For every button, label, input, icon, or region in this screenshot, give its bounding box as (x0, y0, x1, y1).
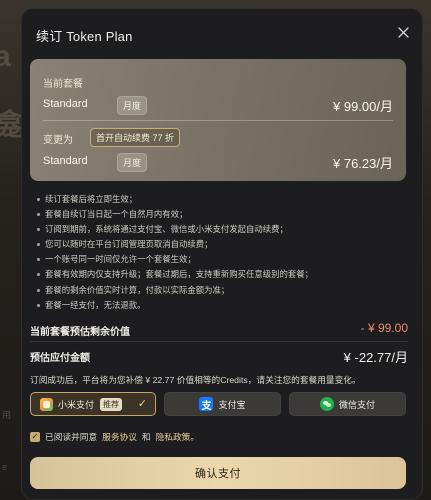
current-cycle-badge: 月度 (117, 96, 148, 115)
rule-item: 您可以随时在平台订阅管理页取消自动续费； (36, 237, 414, 252)
alipay-option[interactable]: 支 支付宝 (164, 392, 281, 416)
rule-item: 一个账号同一时间仅允许一个套餐生效； (36, 252, 414, 267)
agreement-text: 。 (190, 432, 199, 442)
check-icon: ✓ (137, 398, 147, 410)
plan-card: 当前套餐 Standard 月度 ¥ 99.00/月 变更为 首开自动续费 77… (30, 59, 406, 181)
xiaomi-pay-icon (40, 397, 53, 411)
new-plan-name: Standard (43, 155, 88, 167)
payment-method-group: 小米支付 推荐 ✓ 支 支付宝 微信支付 (30, 392, 406, 416)
remaining-value-label: 当前套餐预估剩余价值 (30, 327, 130, 338)
change-to-label: 变更为 (43, 135, 73, 146)
agreement-row: ✓ 已阅读并同意 服务协议 和 隐私政策。 (30, 430, 199, 443)
service-agreement-link[interactable]: 服务协议 (102, 430, 137, 443)
dialog-header: 续订 Token Plan (22, 9, 422, 57)
remaining-value-amount: - ¥ 99.00 (360, 321, 408, 335)
remaining-value-row: 当前套餐预估剩余价值 - ¥ 99.00 (30, 321, 408, 340)
rule-item: 订阅到期前，系统将通过支付宝、微信或小米支付发起自动续费； (36, 222, 414, 237)
rules-list: 续订套餐后将立即生效； 套餐自续订当日起一个自然月内有效； 订阅到期前，系统将通… (36, 192, 414, 313)
new-cycle-badge: 月度 (117, 153, 148, 172)
payment-label: 支付宝 (218, 399, 246, 410)
agreement-checkbox[interactable]: ✓ (30, 431, 40, 442)
privacy-policy-link[interactable]: 隐私政策 (156, 430, 191, 443)
confirm-pay-button[interactable]: 确认支付 (30, 457, 406, 489)
rule-item: 套餐有效期内仅支持升级；套餐过期后，支持重新购买任意级别的套餐； (36, 267, 414, 282)
amount-due-label: 预估应付金额 (30, 353, 90, 364)
xiaomi-pay-option[interactable]: 小米支付 推荐 ✓ (30, 392, 156, 416)
wechat-pay-option[interactable]: 微信支付 (289, 392, 406, 416)
amount-due-row: 预估应付金额 ¥ -22.77/月 (30, 348, 408, 366)
background-text: 用 (2, 410, 12, 420)
recommended-badge: 推荐 (100, 397, 123, 411)
current-plan-label: 当前套餐 (43, 79, 83, 90)
payment-label: 微信支付 (338, 399, 375, 410)
rule-item: 套餐自续订当日起一个自然月内有效； (36, 207, 414, 222)
agreement-text: 已阅读并同意 (45, 432, 98, 442)
close-icon[interactable] (394, 23, 412, 41)
amount-due-value: ¥ -22.77/月 (343, 350, 408, 365)
background-text: e (2, 462, 8, 472)
agreement-text: 和 (141, 432, 151, 442)
rule-item: 套餐的剩余价值实时计算，付款以实际金额为准； (36, 283, 414, 298)
current-plan-price: ¥ 99.00/月 (333, 99, 393, 114)
promo-badge: 首开自动续费 77 折 (90, 128, 181, 147)
rule-item: 套餐一经支付，无法退款。 (36, 298, 414, 313)
background-text: a (0, 40, 11, 73)
divider (43, 120, 393, 121)
dialog-title: 续订 Token Plan (36, 29, 133, 44)
alipay-icon: 支 (199, 397, 214, 412)
divider (30, 341, 408, 342)
new-plan-price: ¥ 76.23/月 (333, 156, 393, 171)
current-plan-name: Standard (43, 98, 88, 110)
wechat-pay-icon (319, 397, 334, 411)
renew-plan-dialog: 续订 Token Plan 当前套餐 Standard 月度 ¥ 99.00/月… (21, 8, 423, 500)
rule-item: 续订套餐后将立即生效； (36, 192, 414, 207)
credits-notice: 订阅成功后，平台将为您补偿 ¥ 22.77 价值相等的Credits，请关注您的… (30, 375, 361, 385)
payment-label: 小米支付 (58, 399, 95, 410)
